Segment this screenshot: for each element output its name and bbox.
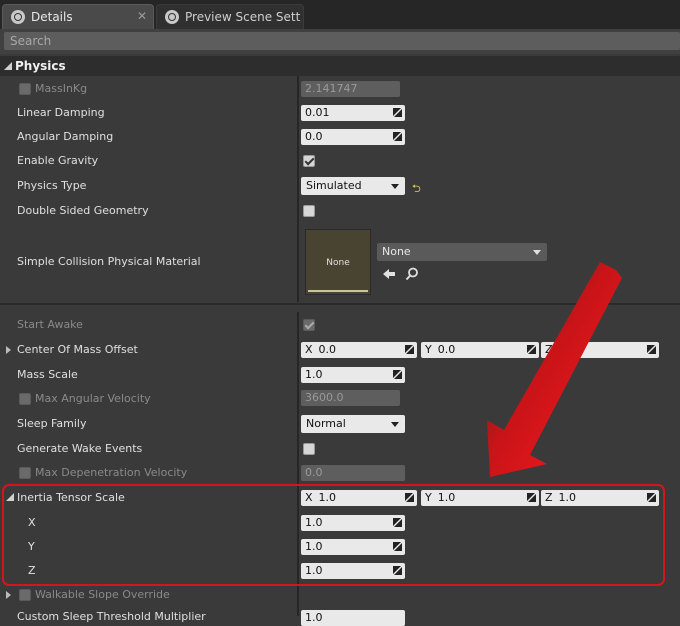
center-of-mass-label: Center Of Mass Offset — [17, 343, 138, 356]
max-angular-velocity-field: 3600.0 — [301, 390, 400, 406]
category-physics[interactable]: Physics — [0, 56, 680, 76]
mass-scale-label: Mass Scale — [17, 368, 78, 381]
start-awake-checkbox — [303, 319, 315, 331]
chevron-down-icon — [391, 184, 399, 189]
linear-damping-label: Linear Damping — [17, 106, 105, 119]
drag-handle-icon[interactable] — [393, 370, 402, 379]
search-bar: Search — [0, 29, 680, 54]
tab-preview-scene-settings[interactable]: Preview Scene Sett — [156, 4, 304, 29]
walkable-slope-label: Walkable Slope Override — [35, 588, 170, 601]
mass-in-kg-value: 2.141747 — [305, 82, 358, 95]
max-depenetration-field: 0.0 — [301, 465, 405, 481]
drag-handle-icon[interactable] — [527, 345, 536, 354]
thumbnail-bar — [308, 290, 368, 292]
physics-type-value: Simulated — [306, 179, 362, 192]
expand-arrow-icon[interactable] — [6, 346, 11, 354]
section-separator — [0, 303, 680, 305]
center-of-mass-y-value: 0.0 — [437, 343, 456, 356]
mass-in-kg-field: 2.141747 — [301, 81, 400, 97]
center-of-mass-x-value: 0.0 — [318, 343, 337, 356]
collapse-arrow-icon[interactable] — [4, 62, 12, 70]
enable-gravity-label: Enable Gravity — [17, 154, 99, 167]
sleep-family-label: Sleep Family — [17, 417, 87, 430]
center-of-mass-x-field[interactable]: X 0.0 — [301, 342, 417, 358]
custom-sleep-field[interactable]: 1.0 — [301, 610, 405, 626]
details-icon — [11, 10, 25, 24]
drag-handle-icon[interactable] — [393, 108, 402, 117]
tab-details[interactable]: Details ✕ — [2, 4, 154, 29]
material-thumbnail-label: None — [326, 258, 350, 268]
tab-preview-label: Preview Scene Sett — [185, 10, 301, 24]
close-icon[interactable]: ✕ — [137, 9, 147, 23]
chevron-down-icon — [533, 250, 541, 255]
max-depenetration-value: 0.0 — [305, 466, 323, 479]
axis-z-label: Z — [545, 343, 553, 356]
angular-damping-field[interactable]: 0.0 — [301, 129, 405, 145]
generate-wake-events-checkbox[interactable] — [303, 443, 315, 455]
custom-sleep-label: Custom Sleep Threshold Multiplier — [17, 610, 206, 623]
preview-icon — [165, 10, 179, 24]
linear-damping-field[interactable]: 0.01 — [301, 105, 405, 121]
max-depenetration-label: Max Depenetration Velocity — [35, 466, 188, 479]
expand-arrow-icon[interactable] — [6, 591, 11, 599]
drag-handle-icon[interactable] — [647, 345, 656, 354]
category-title: Physics — [15, 59, 66, 73]
physics-type-label: Physics Type — [17, 179, 87, 192]
override-checkbox-mass[interactable] — [19, 83, 31, 95]
max-angular-velocity-value: 3600.0 — [305, 391, 344, 404]
sleep-family-value: Normal — [306, 417, 346, 430]
max-angular-velocity-label: Max Angular Velocity — [35, 392, 151, 405]
material-thumbnail[interactable]: None — [305, 229, 371, 295]
angular-damping-label: Angular Damping — [17, 130, 114, 143]
highlight-annotation-box — [2, 484, 665, 586]
center-of-mass-y-field[interactable]: Y 0.0 — [421, 342, 539, 358]
generate-wake-events-label: Generate Wake Events — [17, 442, 143, 455]
double-sided-checkbox[interactable] — [303, 205, 315, 217]
tab-bar: Details ✕ Preview Scene Sett — [0, 0, 680, 29]
enable-gravity-checkbox[interactable] — [303, 155, 315, 167]
mass-scale-field[interactable]: 1.0 — [301, 367, 405, 383]
override-checkbox-walkable[interactable] — [19, 589, 31, 601]
linear-damping-value: 0.01 — [305, 106, 330, 119]
physics-type-dropdown[interactable]: Simulated — [301, 177, 405, 195]
sleep-family-dropdown[interactable]: Normal — [301, 415, 405, 433]
double-sided-label: Double Sided Geometry — [17, 204, 149, 217]
custom-sleep-value: 1.0 — [305, 611, 323, 624]
override-checkbox-max-depenetration[interactable] — [19, 467, 31, 479]
tab-details-label: Details — [31, 10, 73, 24]
material-asset-value: None — [382, 245, 411, 258]
center-of-mass-z-value: 0.0 — [558, 343, 577, 356]
use-selected-arrow-icon[interactable] — [382, 267, 396, 281]
column-divider[interactable] — [297, 76, 299, 302]
mass-in-kg-label: MassInKg — [35, 82, 88, 95]
chevron-down-icon — [391, 422, 399, 427]
browse-search-icon[interactable] — [405, 267, 419, 281]
search-input[interactable]: Search — [4, 32, 680, 50]
start-awake-label: Start Awake — [17, 318, 83, 331]
reset-to-default-icon[interactable]: ⮌ — [412, 180, 421, 199]
override-checkbox-max-angular[interactable] — [19, 393, 31, 405]
axis-y-label: Y — [425, 343, 432, 356]
drag-handle-icon[interactable] — [405, 345, 414, 354]
mass-scale-value: 1.0 — [305, 368, 323, 381]
center-of-mass-z-field[interactable]: Z 0.0 — [541, 342, 659, 358]
drag-handle-icon[interactable] — [393, 132, 402, 141]
axis-x-label: X — [305, 343, 313, 356]
collision-material-label: Simple Collision Physical Material — [17, 255, 201, 268]
material-asset-dropdown[interactable]: None — [377, 243, 547, 261]
angular-damping-value: 0.0 — [305, 130, 323, 143]
